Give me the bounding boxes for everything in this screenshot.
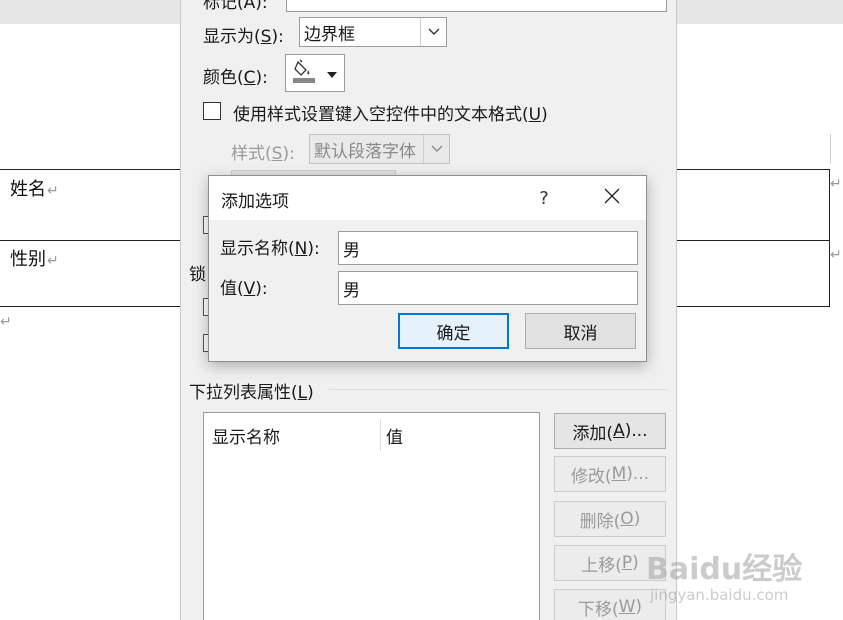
tag-label: 标记(A): bbox=[203, 0, 268, 13]
display-name-input[interactable]: 男 bbox=[338, 231, 638, 265]
show-as-label: 显示为(S): bbox=[203, 27, 284, 47]
row-end-mark: ↵ bbox=[830, 176, 842, 192]
tag-input[interactable] bbox=[286, 0, 667, 12]
table-edge-marker bbox=[830, 134, 831, 164]
value-value: 男 bbox=[343, 280, 360, 301]
watermark-brand: Baidu经验 bbox=[646, 552, 803, 587]
paragraph-mark: ↵ bbox=[47, 183, 59, 199]
cell-text: 姓名 bbox=[10, 179, 46, 200]
column-separator bbox=[380, 419, 381, 451]
paint-bucket-icon bbox=[292, 58, 316, 88]
ok-button[interactable]: 确定 bbox=[398, 313, 509, 349]
delete-option-button[interactable]: 删除(O) bbox=[554, 501, 666, 537]
value-label: 值(V): bbox=[220, 279, 268, 299]
help-icon: ? bbox=[539, 187, 549, 209]
dialog-title-bar: 添加选项 ? bbox=[209, 176, 646, 220]
style-value: 默认段落字体 bbox=[314, 141, 416, 162]
style-label: 样式(S): bbox=[231, 144, 295, 164]
row-end-mark: ↵ bbox=[830, 247, 842, 263]
cell-text: 性别 bbox=[10, 249, 46, 270]
dropdown-list-box[interactable]: 显示名称 值 bbox=[203, 412, 540, 620]
caret-down-icon bbox=[326, 64, 338, 83]
add-option-dialog: 添加选项 ? 显示名称(N): 男 值(V): 男 确定 取消 bbox=[208, 175, 647, 362]
watermark-url: jingyan.baidu.com bbox=[650, 586, 789, 604]
use-style-checkbox[interactable] bbox=[203, 102, 221, 120]
cancel-button[interactable]: 取消 bbox=[525, 313, 636, 349]
dropdown-properties-label: 下拉列表属性(L) bbox=[189, 383, 314, 403]
table-cell-gender[interactable]: 性别↵ bbox=[10, 245, 59, 271]
section-divider bbox=[329, 389, 667, 390]
column-header-display-name: 显示名称 bbox=[212, 428, 280, 448]
ok-label: 确定 bbox=[436, 323, 471, 344]
dialog-title: 添加选项 bbox=[221, 192, 289, 212]
column-header-value: 值 bbox=[386, 428, 403, 448]
chevron-down-icon bbox=[420, 18, 446, 46]
help-button[interactable]: ? bbox=[521, 176, 567, 220]
display-name-value: 男 bbox=[343, 240, 360, 261]
color-label: 颜色(C): bbox=[203, 68, 268, 88]
chevron-down-icon bbox=[423, 135, 449, 163]
paragraph-mark: ↵ bbox=[47, 253, 59, 269]
style-select[interactable]: 默认段落字体 bbox=[309, 134, 450, 164]
display-name-label: 显示名称(N): bbox=[220, 239, 320, 259]
show-as-select[interactable]: 边界框 bbox=[299, 17, 447, 47]
color-picker-button[interactable] bbox=[285, 54, 345, 92]
modify-option-button[interactable]: 修改(M)... bbox=[554, 456, 666, 492]
baidu-watermark: Baidu经验 jingyan.baidu.com bbox=[640, 540, 840, 620]
add-option-button[interactable]: 添加(A)... bbox=[554, 413, 666, 449]
close-button[interactable] bbox=[589, 176, 635, 220]
value-input[interactable]: 男 bbox=[338, 271, 638, 305]
paragraph-mark: ↵ bbox=[0, 314, 12, 330]
use-style-label: 使用样式设置键入空控件中的文本格式(U) bbox=[233, 105, 548, 125]
lock-section-label: 锁 bbox=[189, 265, 206, 285]
table-cell-name[interactable]: 姓名↵ bbox=[10, 175, 59, 201]
close-icon bbox=[604, 188, 620, 208]
show-as-value: 边界框 bbox=[304, 24, 355, 45]
cancel-label: 取消 bbox=[563, 323, 598, 344]
